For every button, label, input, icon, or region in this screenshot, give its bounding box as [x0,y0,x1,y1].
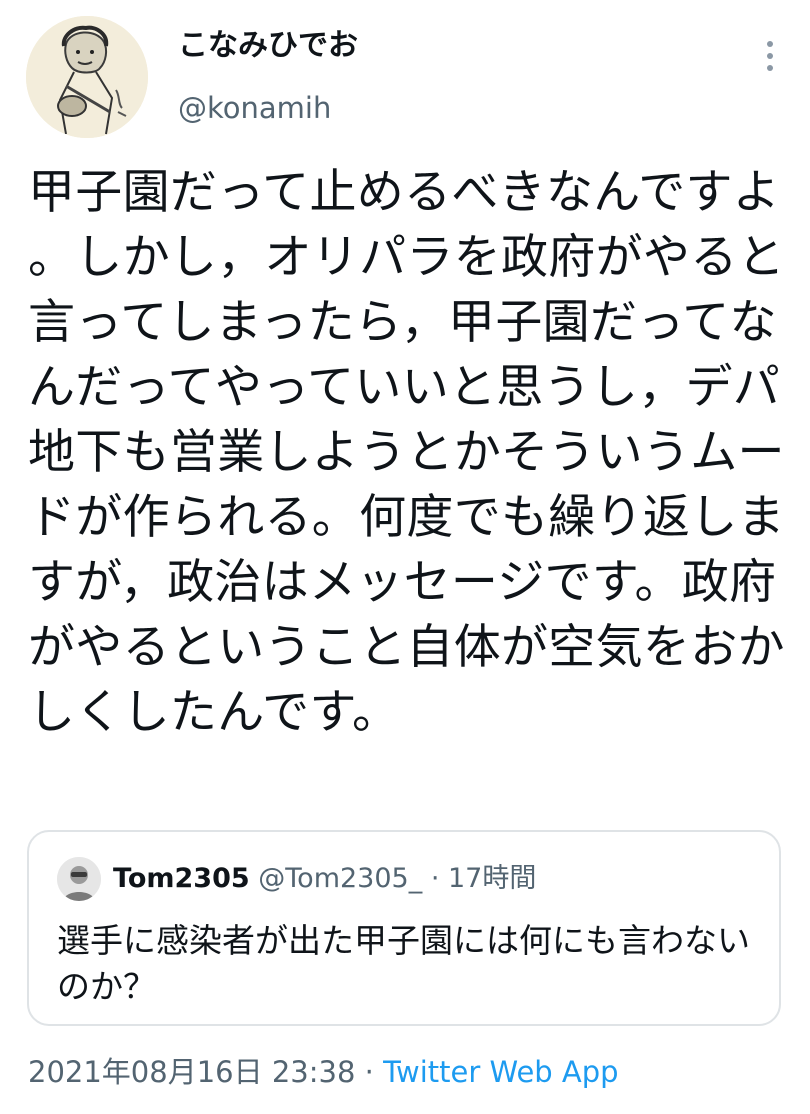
tweet-source-link[interactable]: Twitter Web App [383,1055,619,1089]
more-vertical-icon[interactable] [760,36,780,76]
tweet-header: こなみひでお @konamih [26,16,786,138]
author-handle[interactable]: @konamih [178,88,331,128]
quoted-tweet-header: Tom2305 @Tom2305_ · 17時間 [113,860,536,898]
quoted-author-avatar[interactable] [57,857,101,901]
quoted-tweet[interactable]: Tom2305 @Tom2305_ · 17時間 選手に感染者が出た甲子園には何… [27,830,781,1026]
tweet-meta: 2021年08月16日 23:38 · Twitter Web App [28,1050,619,1094]
author-display-name[interactable]: こなみひでお [178,26,358,66]
tweet-timestamp[interactable]: 2021年08月16日 23:38 [28,1055,355,1089]
avatar-photo-icon [57,857,101,901]
quoted-handle[interactable]: @Tom2305_ [258,863,422,894]
tweet-text: 甲子園だって止めるべきなんですよ。しかし，オリパラを政府がやると言ってしまったら… [28,165,785,740]
avatar-sketch-icon [26,16,148,138]
quoted-separator: · [430,863,440,894]
quoted-tweet-text: 選手に感染者が出た甲子園には何にも言わないのか？ [57,921,750,1006]
author-avatar[interactable] [26,16,148,138]
quoted-timestamp[interactable]: 17時間 [448,863,536,894]
quoted-display-name[interactable]: Tom2305 [113,863,250,894]
meta-separator: · [364,1055,374,1089]
